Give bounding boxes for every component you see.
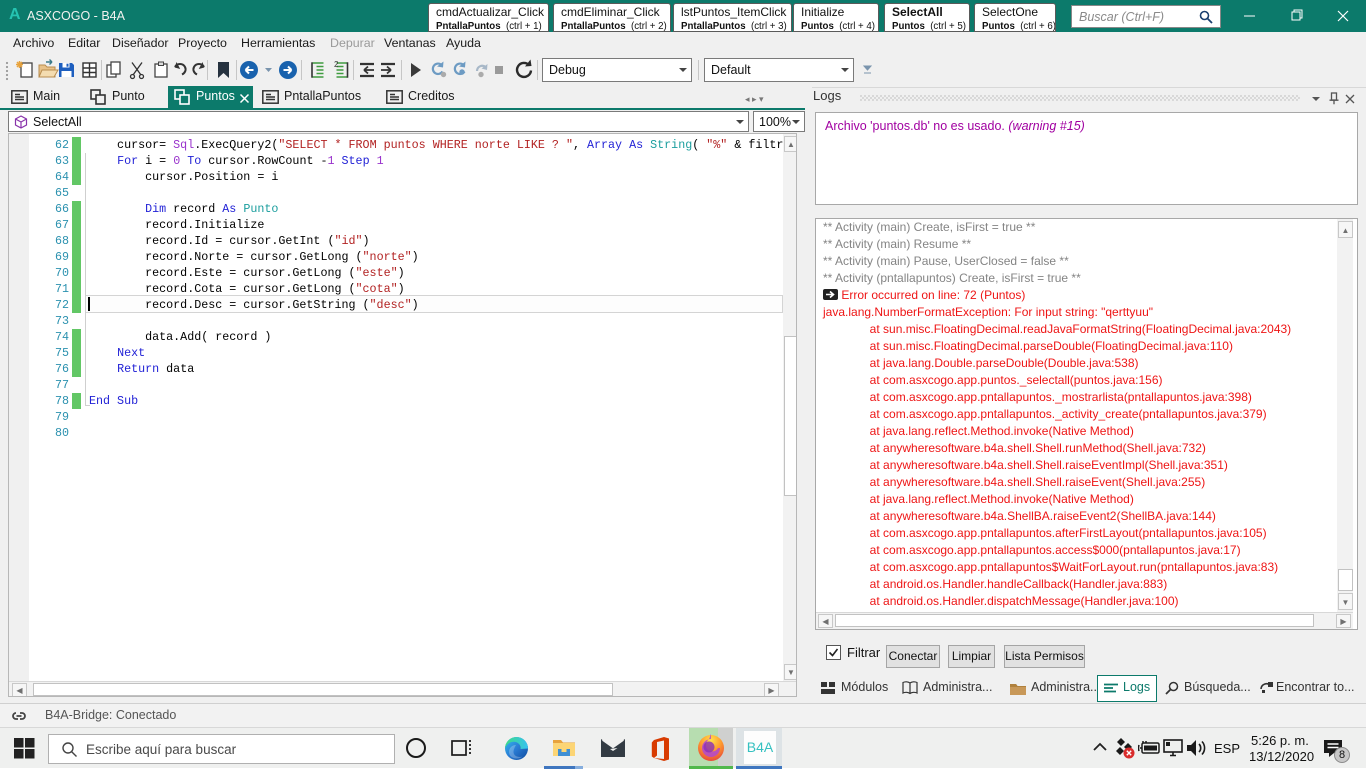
svg-text:2: 2 — [334, 60, 339, 69]
